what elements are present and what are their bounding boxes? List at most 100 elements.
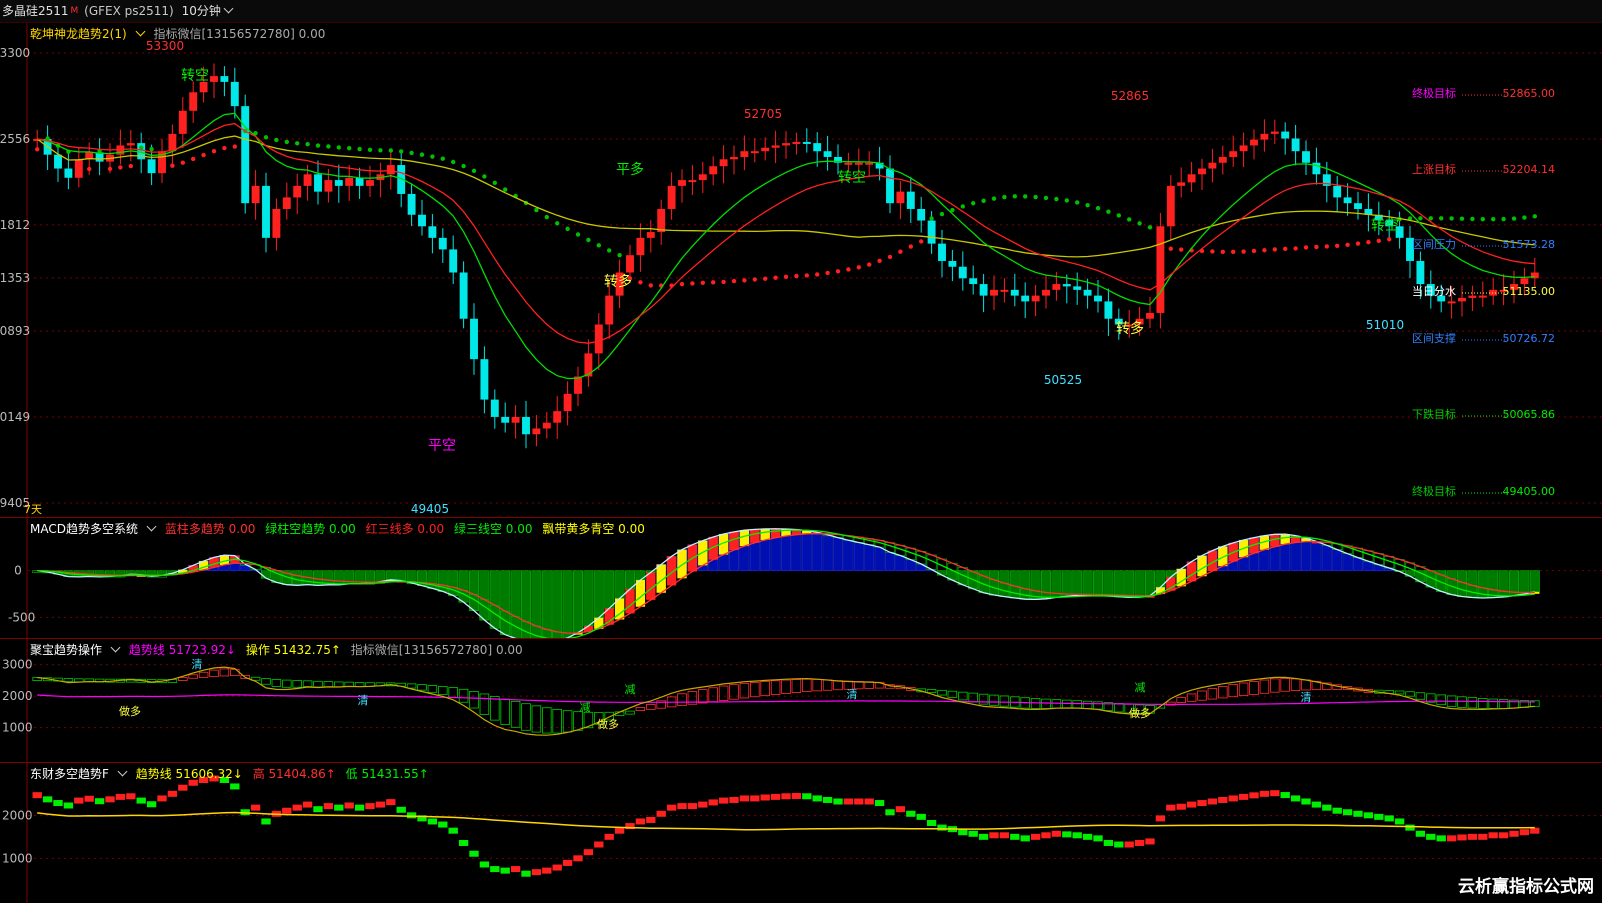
macd-title[interactable]: MACD趋势多空系统 xyxy=(30,521,157,536)
dongcai-block xyxy=(604,833,614,840)
macd-histogram-bar xyxy=(489,570,500,629)
jubao-box xyxy=(1488,698,1498,709)
sar-dot xyxy=(1501,216,1506,222)
jubao-box xyxy=(292,680,302,688)
jubao-legend-2: 指标微信[13156572780] 0.00 xyxy=(350,643,523,657)
dongcai-block xyxy=(791,792,802,799)
jubao-pane[interactable]: 聚宝趋势操作 趋势线 51723.92↓ 操作 51432.75↑ 指标微信[1… xyxy=(0,639,1602,763)
dongcai-block xyxy=(1238,793,1249,800)
sar-dot xyxy=(503,187,508,192)
candle-body xyxy=(1281,131,1290,139)
candle-body xyxy=(709,166,718,175)
macd-histogram-bar xyxy=(1446,570,1457,595)
candle-body xyxy=(366,180,374,186)
dongcai-block xyxy=(1259,790,1270,797)
main-pane-header: 乾坤神龙趋势2(1) 指标微信[13156572780] 0.00 xyxy=(30,25,331,42)
jubao-box xyxy=(1467,697,1478,709)
jubao-title[interactable]: 聚宝趋势操作 xyxy=(30,642,121,657)
annotation-7: 平空 xyxy=(428,438,456,454)
sar-dot xyxy=(565,226,570,232)
sar-dot xyxy=(367,147,373,152)
dongcai-block xyxy=(1186,801,1197,808)
candle-body xyxy=(1343,197,1352,204)
candle-body xyxy=(1031,295,1040,302)
candle-body xyxy=(303,174,312,186)
dongcai-title[interactable]: 东财多空趋势F xyxy=(30,766,128,781)
dongcai-block xyxy=(677,803,687,810)
dongcai-block xyxy=(1363,812,1374,819)
sar-dot xyxy=(1064,198,1070,203)
candle-body xyxy=(1416,260,1425,285)
candle-body xyxy=(1333,185,1342,198)
sar-dot xyxy=(1428,216,1434,221)
candle-body xyxy=(282,197,291,209)
sar-dot xyxy=(211,149,217,154)
candle-body xyxy=(979,284,988,296)
candle-body xyxy=(688,180,697,183)
macd-histogram-bar xyxy=(458,570,469,603)
candle-body xyxy=(1177,182,1186,186)
jubao-box xyxy=(739,682,750,699)
dongcai-block xyxy=(573,855,583,862)
dongcai-y-tick-0: 2000 xyxy=(2,809,33,823)
macd-histogram-bar xyxy=(812,532,823,571)
sar-dot xyxy=(555,221,560,226)
jubao-pane-header: 聚宝趋势操作 趋势线 51723.92↓ 操作 51432.75↑ 指标微信[1… xyxy=(30,641,529,658)
jubao-box xyxy=(1093,701,1103,710)
candle-body xyxy=(594,324,603,354)
dongcai-block xyxy=(1342,809,1353,816)
jubao-box xyxy=(490,696,500,721)
jubao-y-tick-2: 1000 xyxy=(2,721,33,735)
jubao-box xyxy=(802,678,812,693)
macd-histogram-bar xyxy=(365,570,375,584)
candle-body xyxy=(480,359,489,400)
candle-body xyxy=(386,165,395,175)
candle-body xyxy=(428,226,437,238)
jubao-box xyxy=(427,685,438,693)
dongcai-block xyxy=(552,864,562,871)
dongcai-block xyxy=(718,797,729,804)
period-selector[interactable]: 10分钟 xyxy=(180,3,234,18)
candle-body xyxy=(449,249,458,273)
macd-histogram-bar xyxy=(843,539,854,571)
sar-dot xyxy=(794,273,799,279)
sar-dot xyxy=(960,204,965,209)
jubao-box xyxy=(448,687,458,698)
dongcai-block xyxy=(1218,796,1228,803)
main-price-pane[interactable]: 乾坤神龙趋势2(1) 指标微信[13156572780] 0.00 53300 5… xyxy=(0,23,1602,518)
sar-dot xyxy=(1262,248,1267,253)
macd-pane[interactable]: MACD趋势多空系统 蓝柱多趋势 0.00 绿柱空趋势 0.00 红三线多 0.… xyxy=(0,518,1602,639)
annotation-5: 52865 xyxy=(1111,89,1149,103)
candle-body xyxy=(1166,185,1175,227)
macd-histogram-bar xyxy=(531,570,542,638)
dongcai-block xyxy=(1436,835,1446,842)
indicator-title[interactable]: 乾坤神龙趋势2(1) xyxy=(30,26,146,41)
dongcai-legend-0: 趋势线 51606.32↓ xyxy=(135,767,243,781)
dongcai-block xyxy=(1405,824,1415,831)
jubao-box xyxy=(313,680,323,688)
jubao-box xyxy=(812,679,822,692)
dongcai-pane[interactable]: 东财多空趋势F 趋势线 51606.32↓ 高 51404.86↑ 低 5143… xyxy=(0,763,1602,903)
dongcai-block xyxy=(1478,833,1488,840)
dongcai-block xyxy=(739,795,750,802)
dongcai-block xyxy=(406,812,417,819)
jubao-box xyxy=(1457,696,1467,708)
jubao-box xyxy=(635,707,646,711)
dongcai-block xyxy=(999,832,1010,839)
dongcai-block xyxy=(802,793,812,800)
sar-dot xyxy=(919,239,924,244)
period-label: 10分钟 xyxy=(181,4,221,18)
candle-body xyxy=(1447,301,1456,304)
sar-dot xyxy=(440,156,445,161)
macd-histogram-bar xyxy=(1321,545,1332,571)
sar-dot xyxy=(1210,249,1215,254)
dongcai-legend-2: 低 51431.55↑ xyxy=(345,767,429,781)
sar-dot xyxy=(939,211,945,217)
macd-histogram-bar xyxy=(1082,570,1093,596)
jubao-box xyxy=(999,695,1010,707)
jubao-signal-5: 做多 xyxy=(597,717,619,731)
jubao-signal-4: 减 xyxy=(625,683,636,696)
symbol-name[interactable]: 多晶硅2511 xyxy=(2,4,69,18)
dongcai-block xyxy=(1155,815,1166,822)
candle-body xyxy=(657,208,666,233)
